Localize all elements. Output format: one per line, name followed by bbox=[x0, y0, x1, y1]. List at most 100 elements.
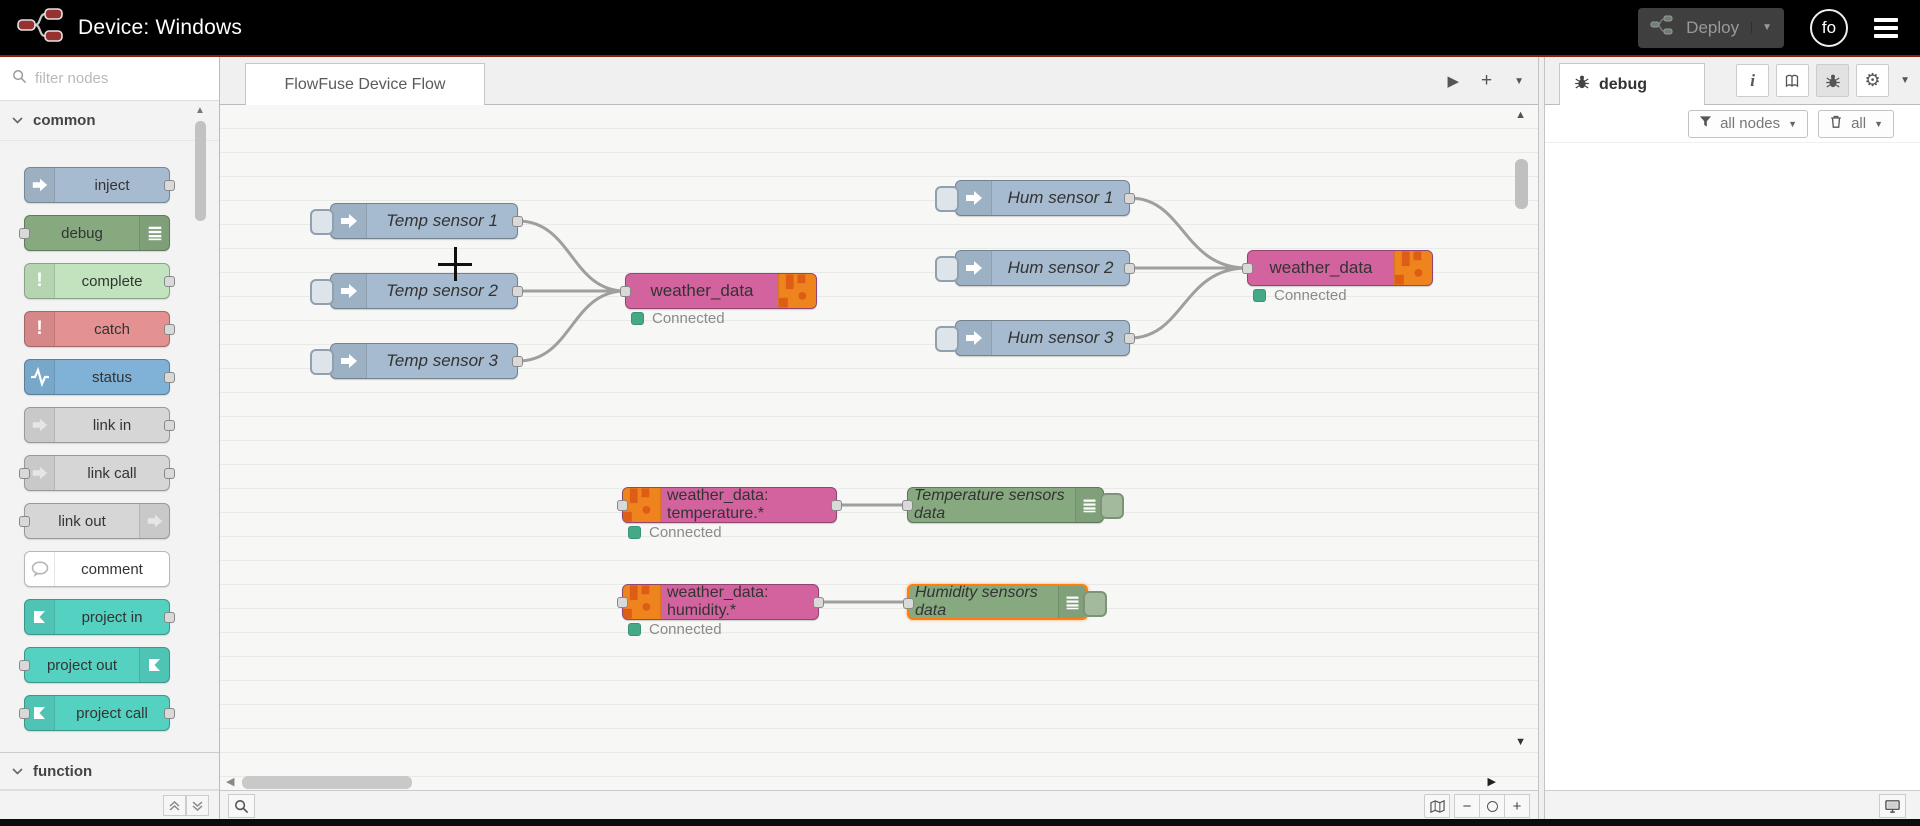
palette-node-comment[interactable]: comment bbox=[24, 551, 170, 587]
node-temp-sensor-2[interactable]: Temp sensor 2 bbox=[310, 273, 523, 309]
output-port[interactable] bbox=[164, 708, 175, 719]
palette-category-common[interactable]: common bbox=[0, 101, 219, 141]
input-port[interactable] bbox=[19, 468, 30, 479]
input-port[interactable] bbox=[620, 286, 631, 297]
palette-scroll-up-icon[interactable]: ▲ bbox=[195, 105, 205, 116]
palette-filter-input[interactable] bbox=[35, 70, 185, 87]
palette-node-project-out[interactable]: project out bbox=[19, 647, 170, 683]
debug-toggle-button[interactable] bbox=[1100, 493, 1124, 519]
inject-button[interactable] bbox=[310, 349, 334, 375]
canvas-scroll-up-icon[interactable]: ▲ bbox=[1515, 109, 1526, 121]
settings-tab-button[interactable]: ⚙ bbox=[1856, 64, 1890, 97]
tab-list-caret-icon[interactable]: ▼ bbox=[1514, 76, 1524, 87]
node-temp-sensor-1[interactable]: Temp sensor 1 bbox=[310, 203, 523, 239]
debug-toggle-button[interactable] bbox=[1083, 591, 1107, 617]
minimap-button[interactable] bbox=[1424, 794, 1450, 818]
canvas-hscrollbar-thumb[interactable] bbox=[242, 776, 412, 789]
palette-node-project-call[interactable]: project call bbox=[19, 695, 175, 731]
tab-flowfuse-device-flow[interactable]: FlowFuse Device Flow bbox=[245, 63, 485, 105]
input-port[interactable] bbox=[19, 660, 30, 671]
help-tab-button[interactable] bbox=[1776, 64, 1810, 97]
wire[interactable] bbox=[516, 219, 627, 293]
palette-node-complete[interactable]: ! complete bbox=[24, 263, 175, 299]
node-humidity-sensors-data[interactable]: Humidity sensors data bbox=[903, 584, 1107, 620]
palette-node-project-in[interactable]: project in bbox=[24, 599, 175, 635]
output-port[interactable] bbox=[831, 500, 842, 511]
main-menu-icon[interactable] bbox=[1874, 17, 1898, 38]
node-hum-sensor-1[interactable]: Hum sensor 1 bbox=[935, 180, 1135, 216]
input-port[interactable] bbox=[617, 597, 628, 608]
wire[interactable] bbox=[1128, 266, 1249, 340]
collapse-all-button[interactable] bbox=[163, 795, 186, 816]
debug-filter-button[interactable]: all nodes ▼ bbox=[1688, 109, 1809, 138]
output-port[interactable] bbox=[512, 286, 523, 297]
output-port[interactable] bbox=[164, 468, 175, 479]
node-hum-sensor-2[interactable]: Hum sensor 2 bbox=[935, 250, 1135, 286]
inject-button[interactable] bbox=[310, 279, 334, 305]
output-port[interactable] bbox=[1124, 333, 1135, 344]
wire[interactable] bbox=[1128, 196, 1249, 270]
output-port[interactable] bbox=[164, 612, 175, 623]
canvas-scroll-right-icon[interactable]: ▶ bbox=[1488, 775, 1496, 788]
user-avatar[interactable]: fo bbox=[1810, 8, 1848, 47]
flow-canvas[interactable]: Temp sensor 1 Temp sensor 2 Temp sensor … bbox=[220, 105, 1538, 790]
node-weather-data-temperature[interactable]: weather_data: temperature.* bbox=[617, 487, 842, 523]
node-hum-sensor-3[interactable]: Hum sensor 3 bbox=[935, 320, 1135, 356]
output-port[interactable] bbox=[164, 180, 175, 191]
palette-node-link-in[interactable]: link in bbox=[24, 407, 175, 443]
output-port[interactable] bbox=[164, 372, 175, 383]
input-port[interactable] bbox=[1242, 263, 1253, 274]
debug-clear-button[interactable]: all ▼ bbox=[1818, 109, 1894, 138]
output-port[interactable] bbox=[164, 324, 175, 335]
canvas-scroll-left-icon[interactable]: ◀ bbox=[226, 775, 234, 788]
inject-button[interactable] bbox=[935, 256, 959, 282]
tab-debug[interactable]: debug bbox=[1559, 63, 1705, 105]
node-weather-data-humidity[interactable]: weather_data: humidity.* bbox=[617, 584, 824, 620]
inject-button[interactable] bbox=[935, 186, 959, 212]
deploy-button[interactable]: Deploy ▼ bbox=[1638, 7, 1784, 48]
output-port[interactable] bbox=[512, 356, 523, 367]
palette-node-debug[interactable]: debug bbox=[19, 215, 170, 251]
palette-node-inject[interactable]: inject bbox=[24, 167, 175, 203]
input-port[interactable] bbox=[19, 708, 30, 719]
node-weather-data-left[interactable]: weather_data bbox=[620, 273, 817, 309]
open-in-window-button[interactable] bbox=[1879, 794, 1906, 818]
output-port[interactable] bbox=[164, 276, 175, 287]
node-temperature-sensors-data[interactable]: Temperature sensors data bbox=[902, 487, 1124, 523]
palette-node-catch[interactable]: ! catch bbox=[24, 311, 175, 347]
sidebar-tabs-caret-icon[interactable]: ▼ bbox=[1900, 75, 1910, 86]
palette-scrollbar-thumb[interactable] bbox=[195, 121, 206, 221]
deploy-options-caret[interactable]: ▼ bbox=[1751, 22, 1772, 33]
input-port[interactable] bbox=[617, 500, 628, 511]
output-port[interactable] bbox=[813, 597, 824, 608]
debug-message-list[interactable] bbox=[1545, 143, 1920, 790]
input-port[interactable] bbox=[902, 500, 913, 511]
output-port[interactable] bbox=[164, 420, 175, 431]
canvas-scroll-down-icon[interactable]: ▼ bbox=[1515, 736, 1526, 748]
node-temp-sensor-3[interactable]: Temp sensor 3 bbox=[310, 343, 523, 379]
sidebar-splitter[interactable] bbox=[1538, 57, 1545, 820]
expand-all-button[interactable] bbox=[186, 795, 209, 816]
inject-button[interactable] bbox=[310, 209, 334, 235]
zoom-out-button[interactable]: − bbox=[1454, 794, 1480, 818]
palette-node-link-out[interactable]: link out bbox=[19, 503, 170, 539]
info-tab-button[interactable]: i bbox=[1736, 64, 1770, 97]
inject-button[interactable] bbox=[935, 326, 959, 352]
wire[interactable] bbox=[516, 289, 627, 363]
palette-category-function[interactable]: function bbox=[0, 752, 219, 790]
input-port[interactable] bbox=[903, 598, 914, 609]
node-weather-data-right[interactable]: weather_data bbox=[1242, 250, 1433, 286]
zoom-reset-button[interactable] bbox=[1479, 794, 1505, 818]
input-port[interactable] bbox=[19, 228, 30, 239]
add-flow-icon[interactable]: + bbox=[1481, 70, 1492, 92]
input-port[interactable] bbox=[19, 516, 30, 527]
canvas-search-button[interactable] bbox=[228, 794, 255, 818]
palette-node-status[interactable]: status bbox=[24, 359, 175, 395]
output-port[interactable] bbox=[1124, 193, 1135, 204]
zoom-in-button[interactable]: + bbox=[1504, 794, 1530, 818]
output-port[interactable] bbox=[1124, 263, 1135, 274]
debug-tab-button[interactable] bbox=[1816, 64, 1850, 97]
output-port[interactable] bbox=[512, 216, 523, 227]
run-flow-icon[interactable]: ▶ bbox=[1447, 72, 1459, 90]
canvas-vscrollbar-thumb[interactable] bbox=[1515, 159, 1528, 209]
